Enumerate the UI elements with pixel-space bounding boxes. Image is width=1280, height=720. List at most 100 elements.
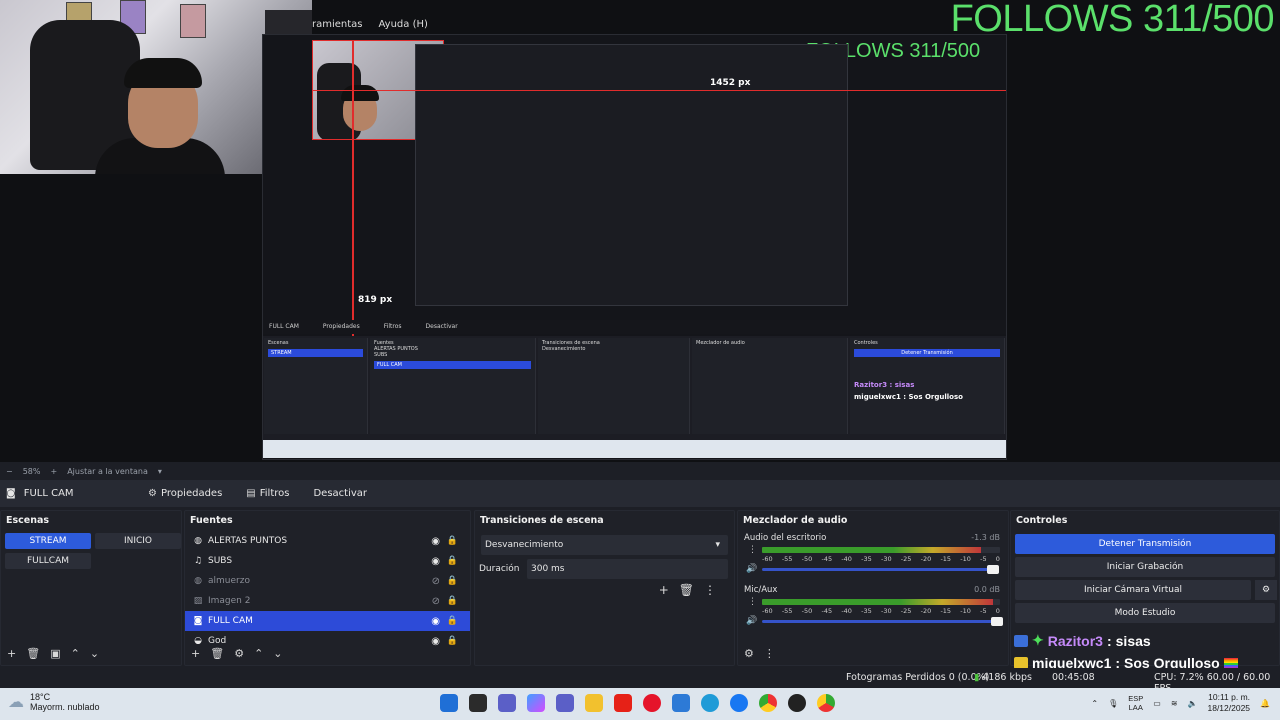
fit-to-window[interactable]: Ajustar a la ventana	[67, 467, 148, 476]
notification-icon[interactable]: 🔔	[1260, 699, 1270, 708]
source-label: ALERTAS PUNTOS	[208, 536, 288, 546]
tick-label: -15	[940, 607, 952, 615]
lock-icon[interactable]: 🔒	[447, 576, 458, 586]
zoom-in-icon[interactable]: +	[50, 467, 57, 476]
dropped-frames: Fotogramas Perdidos 0 (0.0%)	[846, 672, 990, 683]
source-item-fullcam[interactable]: ◙ FULL CAM ◉ 🔒	[185, 611, 470, 631]
nested-transitions-dock: Transiciones de escena Desvanecimiento	[538, 338, 690, 434]
globe-icon: ◍	[194, 576, 202, 586]
gear-icon[interactable]: ⚙	[234, 647, 244, 660]
filters-button[interactable]: ▤ Filtros	[238, 484, 297, 504]
scene-item-fullcam[interactable]: FULLCAM	[5, 553, 91, 569]
facebook-icon[interactable]	[730, 694, 748, 712]
tick-label: -60	[762, 555, 773, 563]
lock-icon[interactable]: 🔒	[447, 536, 458, 546]
virtual-camera-button[interactable]: Iniciar Cámara Virtual ⚙	[1015, 580, 1277, 600]
volume-slider[interactable]	[762, 617, 1004, 626]
weather-widget[interactable]: ☁ 18°C Mayorm. nublado	[8, 692, 100, 712]
transition-select[interactable]: Desvanecimiento ▾	[481, 535, 728, 555]
chevron-up-icon[interactable]: ⌃	[71, 647, 80, 660]
add-icon[interactable]: +	[659, 583, 669, 597]
more-icon[interactable]: ⋮	[748, 545, 757, 555]
clock[interactable]: 10:11 p. m. 18/12/2025	[1207, 692, 1250, 714]
eye-icon[interactable]: ◉	[431, 556, 440, 567]
chrome-icon[interactable]	[759, 694, 777, 712]
copilot-icon[interactable]	[527, 694, 545, 712]
discord-icon[interactable]	[498, 694, 516, 712]
trash-icon[interactable]: 🗑	[26, 647, 40, 660]
track-db: 0.0 dB	[974, 585, 1000, 594]
chevron-up-icon[interactable]: ⌃	[254, 647, 263, 660]
more-icon[interactable]: ⋮	[748, 597, 757, 607]
volume-knob[interactable]	[986, 565, 999, 574]
studio-mode-button[interactable]: Modo Estudio	[1015, 603, 1275, 623]
volume-slider[interactable]	[762, 565, 999, 574]
stop-stream-button[interactable]: Detener Transmisión	[1015, 534, 1275, 554]
eye-hidden-icon[interactable]: ⊘	[432, 596, 440, 607]
source-item-subs[interactable]: ♫ SUBS ◉ 🔒	[185, 551, 470, 571]
task-view-icon[interactable]	[469, 694, 487, 712]
tick-label: -25	[900, 607, 912, 615]
store-icon[interactable]	[672, 694, 690, 712]
language-indicator[interactable]: ESP LAA	[1128, 694, 1143, 712]
volume-icon[interactable]: 🔈	[1188, 699, 1198, 708]
lock-icon[interactable]: 🔒	[447, 596, 458, 606]
source-item-alertas[interactable]: ◍ ALERTAS PUNTOS ◉ 🔒	[185, 531, 470, 551]
nested-controls-dock: Controles Detener Transmisión Razitor3 :…	[850, 338, 1005, 434]
source-item-imagen2[interactable]: ▨ Imagen 2 ⊘ 🔒	[185, 591, 470, 611]
teams-icon[interactable]	[556, 694, 574, 712]
obs-icon[interactable]	[788, 694, 806, 712]
trash-icon[interactable]: 🗑	[679, 583, 694, 597]
chrome-profile-icon[interactable]	[817, 694, 835, 712]
gear-icon[interactable]: ⚙	[1255, 580, 1277, 600]
monitor-icon[interactable]: ▭	[1153, 699, 1161, 708]
start-recording-button[interactable]: Iniciar Grabación	[1015, 557, 1275, 577]
track-name: Mic/Aux	[744, 585, 778, 595]
globe-icon: ◍	[194, 536, 202, 546]
add-scene-icon[interactable]: +	[7, 647, 16, 660]
tick-label: -35	[861, 555, 872, 563]
transitions-title: Transiciones de escena	[480, 515, 604, 526]
eye-hidden-icon[interactable]: ⊘	[432, 576, 440, 587]
chevron-down-icon[interactable]: ▾	[158, 467, 162, 476]
system-tray: ⌃ 🎙 ESP LAA ▭ ≋ 🔈 10:11 p. m. 18/12/2025…	[1091, 692, 1270, 714]
audio-mixer-dock: Mezclador de audio Audio del escritorio …	[737, 510, 1009, 666]
more-icon[interactable]: ⋮	[764, 647, 775, 660]
speaker-icon[interactable]: 🔊	[746, 564, 757, 574]
folder-icon[interactable]	[585, 694, 603, 712]
tick-label: -40	[841, 607, 852, 615]
scene-filter-icon[interactable]: ▣	[50, 647, 60, 660]
chevron-down-icon[interactable]: ⌄	[90, 647, 99, 660]
sources-footer: + 🗑 ⚙ ⌃ ⌄	[185, 641, 470, 665]
windows-start-icon[interactable]	[440, 694, 458, 712]
volume-knob[interactable]	[991, 617, 1004, 626]
duration-input[interactable]: 300 ms	[527, 559, 728, 579]
wifi-icon[interactable]: ≋	[1171, 699, 1178, 708]
nested-mixer-dock: Mezclador de audio	[692, 338, 848, 434]
edge-icon[interactable]	[701, 694, 719, 712]
mixer-settings-icon[interactable]: ⚙	[744, 647, 754, 660]
source-item-almuerzo[interactable]: ◍ almuerzo ⊘ 🔒	[185, 571, 470, 591]
more-icon[interactable]: ⋮	[704, 583, 716, 597]
menu-item-tools[interactable]: ramientas	[312, 19, 363, 30]
opera-icon[interactable]	[643, 694, 661, 712]
deactivate-button[interactable]: Desactivar	[305, 484, 375, 504]
tick-label: -45	[821, 555, 833, 563]
youtube-icon[interactable]	[614, 694, 632, 712]
scene-item-stream[interactable]: STREAM	[5, 533, 91, 549]
chevron-up-icon[interactable]: ⌃	[1091, 699, 1098, 708]
zoom-out-icon[interactable]: −	[6, 467, 13, 476]
add-source-icon[interactable]: +	[191, 647, 200, 660]
trash-icon[interactable]: 🗑	[210, 647, 224, 660]
tick-label: -10	[960, 555, 971, 563]
eye-icon[interactable]: ◉	[431, 616, 440, 627]
properties-button[interactable]: ⚙ Propiedades	[140, 484, 230, 504]
lock-icon[interactable]: 🔒	[447, 616, 458, 626]
menu-item-help[interactable]: Ayuda (H)	[379, 19, 428, 30]
eye-icon[interactable]: ◉	[431, 536, 440, 547]
lock-icon[interactable]: 🔒	[447, 556, 458, 566]
microphone-icon[interactable]: 🎙	[1108, 699, 1118, 708]
chevron-down-icon[interactable]: ⌄	[273, 647, 282, 660]
speaker-icon[interactable]: 🔊	[746, 616, 757, 626]
scene-item-inicio[interactable]: INICIO	[95, 533, 181, 549]
